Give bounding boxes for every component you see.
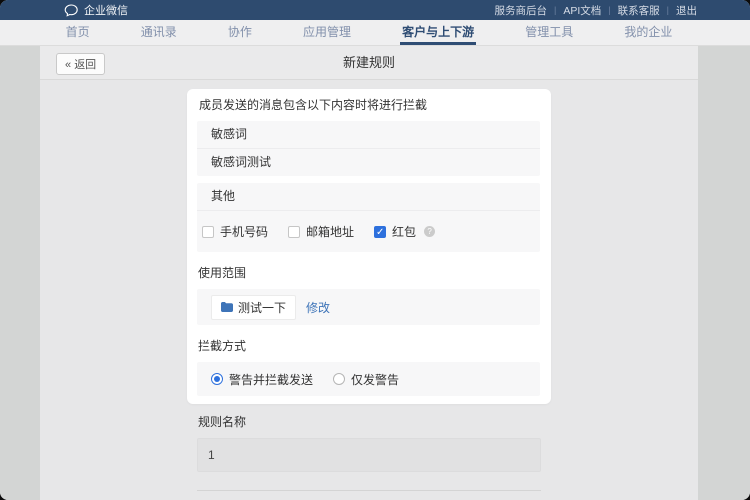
logo-text: 企业微信: [84, 2, 128, 18]
link-service-provider-console[interactable]: 服务商后台: [495, 3, 548, 18]
nav-tab-home[interactable]: 首页: [64, 20, 92, 45]
app-window: 企业微信 服务商后台 | API文档 | 联系客服 | 退出 首页 通讯录 协作…: [0, 0, 750, 500]
scope-box: 测试一下 修改: [197, 289, 540, 325]
separator: |: [667, 5, 669, 15]
folder-icon: [221, 302, 233, 312]
sensitive-words-box: 敏感词 敏感词测试: [197, 121, 540, 176]
checkbox-email-address[interactable]: 邮箱地址: [288, 223, 354, 240]
page-title: 新建规则: [40, 46, 698, 80]
sensitive-word-item[interactable]: 敏感词测试: [197, 149, 540, 176]
back-chevron-icon: «: [65, 59, 71, 71]
link-logout[interactable]: 退出: [676, 3, 697, 18]
back-button[interactable]: « 返回: [56, 53, 105, 75]
sensitive-words-title: 敏感词: [197, 121, 540, 148]
main-nav: 首页 通讯录 协作 应用管理 客户与上下游 管理工具 我的企业: [0, 20, 750, 46]
info-icon[interactable]: ?: [424, 226, 435, 237]
nav-tab-admin-tools[interactable]: 管理工具: [523, 20, 575, 45]
radio-warn-only[interactable]: 仅发警告: [333, 371, 399, 388]
page-header: 新建规则 « 返回: [40, 46, 698, 80]
nav-tab-customers-updownstream[interactable]: 客户与上下游: [400, 20, 476, 45]
radio-selected-icon: [211, 373, 223, 385]
rule-name-section: 规则名称: [197, 414, 541, 500]
nav-tab-app-management[interactable]: 应用管理: [301, 20, 353, 45]
checkbox-unchecked-icon: [202, 226, 214, 238]
topbar: 企业微信 服务商后台 | API文档 | 联系客服 | 退出: [0, 0, 750, 20]
logo[interactable]: 企业微信: [64, 2, 128, 18]
link-contact-support[interactable]: 联系客服: [618, 3, 660, 18]
content-area: 新建规则 « 返回 成员发送的消息包含以下内容时将进行拦截 敏感词 敏感词测试 …: [40, 46, 698, 500]
rule-name-label: 规则名称: [198, 414, 541, 430]
intercept-mode-box: 警告并拦截发送 仅发警告: [197, 362, 540, 396]
other-conditions-box: 其他 手机号码 邮箱地址 红包: [197, 183, 540, 252]
back-label: 返回: [74, 59, 96, 71]
separator: |: [608, 5, 610, 15]
nav-tab-contacts[interactable]: 通讯录: [139, 20, 179, 45]
nav-tab-collaboration[interactable]: 协作: [226, 20, 254, 45]
intercept-intro-text: 成员发送的消息包含以下内容时将进行拦截: [199, 97, 540, 113]
divider: [197, 490, 541, 491]
topbar-links: 服务商后台 | API文档 | 联系客服 | 退出: [495, 3, 697, 18]
rule-name-input[interactable]: [197, 438, 541, 472]
checkbox-unchecked-icon: [288, 226, 300, 238]
edit-scope-link[interactable]: 修改: [306, 299, 330, 316]
intercept-mode-label: 拦截方式: [198, 338, 540, 354]
scope-label: 使用范围: [198, 265, 540, 281]
checkbox-red-packet[interactable]: 红包 ?: [374, 223, 435, 240]
rule-settings-card: 成员发送的消息包含以下内容时将进行拦截 敏感词 敏感词测试 其他 手机号码: [187, 89, 551, 404]
chat-bubble-logo-icon: [64, 4, 79, 17]
radio-warn-and-block[interactable]: 警告并拦截发送: [211, 371, 313, 388]
other-checkbox-row: 手机号码 邮箱地址 红包 ?: [197, 211, 540, 252]
checkbox-phone-number[interactable]: 手机号码: [202, 223, 268, 240]
scope-tag[interactable]: 测试一下: [211, 295, 296, 320]
radio-unselected-icon: [333, 373, 345, 385]
nav-tab-my-company[interactable]: 我的企业: [622, 20, 674, 45]
page-background: 新建规则 « 返回 成员发送的消息包含以下内容时将进行拦截 敏感词 敏感词测试 …: [0, 46, 750, 500]
checkbox-checked-icon: [374, 226, 386, 238]
link-api-docs[interactable]: API文档: [563, 3, 601, 18]
main-nav-inner: 首页 通讯录 协作 应用管理 客户与上下游 管理工具 我的企业: [40, 20, 698, 45]
other-title: 其他: [197, 183, 540, 210]
scope-tag-label: 测试一下: [238, 299, 286, 316]
separator: |: [554, 5, 556, 15]
